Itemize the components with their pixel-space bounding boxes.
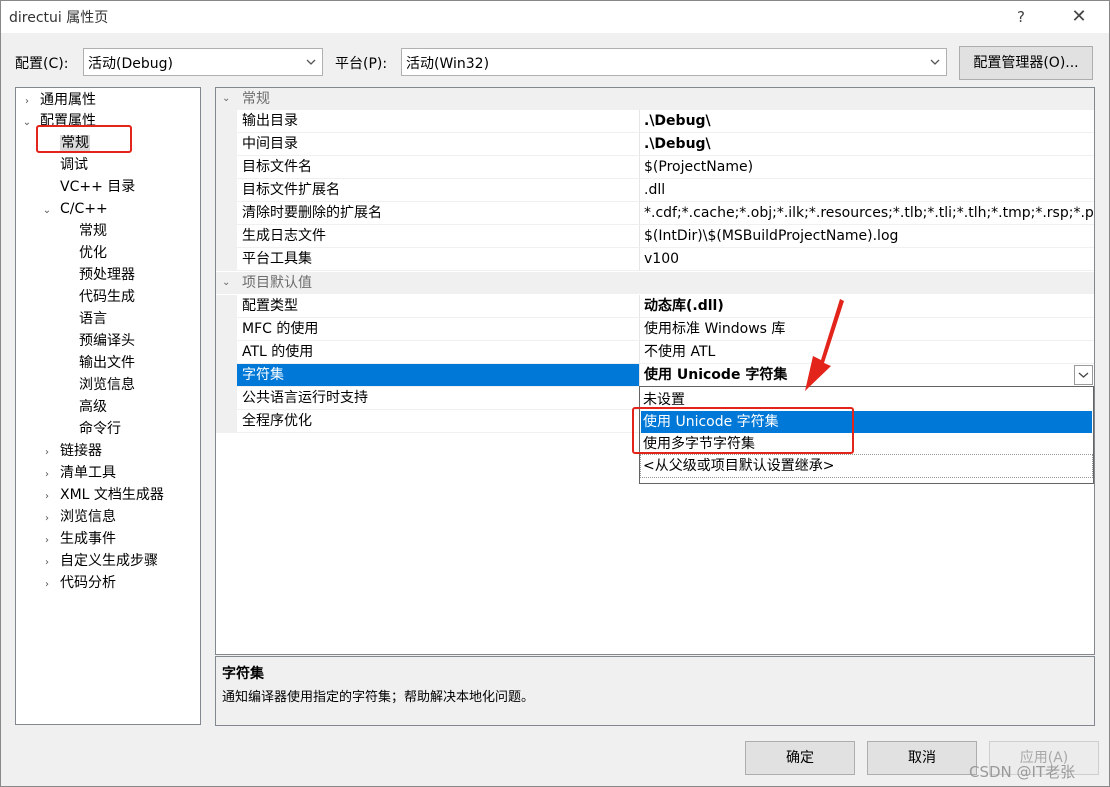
chevron-down-icon[interactable]: ⌄ [20, 112, 34, 134]
tree-item-c-cpp[interactable]: ⌄ C/C++ [40, 198, 108, 220]
property-row[interactable]: 生成日志文件 $(IntDir)\$(MSBuildProjectName).lo… [216, 225, 1094, 248]
tree-item-command-line[interactable]: 命令行 [79, 418, 121, 440]
charset-value[interactable]: 使用 Unicode 字符集 [640, 364, 1094, 387]
tree-item-common-props[interactable]: › 通用属性 [20, 89, 96, 111]
chevron-down-icon [306, 59, 316, 65]
chevron-right-icon[interactable]: › [40, 574, 54, 596]
property-row[interactable]: MFC 的使用 使用标准 Windows 库 [216, 318, 1094, 341]
tree-item-vc-directories[interactable]: VC++ 目录 [60, 176, 135, 198]
chevron-right-icon[interactable]: › [40, 442, 54, 464]
cancel-button[interactable]: 取消 [867, 741, 977, 775]
property-row[interactable]: 平台工具集 v100 [216, 248, 1094, 271]
tree-item-precompiled-headers[interactable]: 预编译头 [79, 330, 135, 352]
property-row[interactable]: 输出目录 .\Debug\ [216, 110, 1094, 133]
chevron-right-icon[interactable]: › [40, 508, 54, 530]
property-row[interactable]: 目标文件名 $(ProjectName) [216, 156, 1094, 179]
property-row[interactable]: 清除时要删除的扩展名 *.cdf;*.cache;*.obj;*.ilk;*.re… [216, 202, 1094, 225]
property-row[interactable]: ATL 的使用 不使用 ATL [216, 341, 1094, 364]
chevron-right-icon[interactable]: › [40, 464, 54, 486]
tree-item-advanced[interactable]: 高级 [79, 396, 107, 418]
tree-item-optimization[interactable]: 优化 [79, 242, 107, 264]
property-pages-window: directui 属性页 ? ✕ 配置(C): 活动(Debug) 平台(P):… [0, 0, 1110, 787]
platform-label: 平台(P): [335, 56, 388, 72]
tree-item-linker[interactable]: › 链接器 [40, 440, 102, 462]
watermark-text: CSDN @IT老张 [969, 763, 1076, 781]
chevron-right-icon[interactable]: › [40, 486, 54, 508]
description-text: 通知编译器使用指定的字符集；帮助解决本地化问题。 [222, 690, 535, 705]
config-label: 配置(C): [15, 56, 69, 72]
chevron-right-icon[interactable]: › [40, 552, 54, 574]
title-bar: directui 属性页 ? ✕ [1, 1, 1109, 33]
window-title: directui 属性页 [9, 10, 109, 26]
tree-item-preprocessor[interactable]: 预处理器 [79, 264, 135, 286]
tree-item-output-files[interactable]: 输出文件 [79, 352, 135, 374]
annotation-highlight-box [632, 407, 854, 454]
tree-item-custom-build-step[interactable]: › 自定义生成步骤 [40, 550, 158, 572]
chevron-down-icon [1078, 372, 1089, 378]
config-select-value: 活动(Debug) [88, 56, 173, 72]
chevron-right-icon[interactable]: › [40, 530, 54, 552]
property-row[interactable]: 配置类型 动态库(.dll) [216, 295, 1094, 318]
tree-item-browse-info-cpp[interactable]: 浏览信息 [79, 374, 135, 396]
annotation-highlight-box [36, 125, 132, 153]
charset-dropdown-button[interactable] [1074, 365, 1093, 385]
chevron-down-icon[interactable]: ⌄ [222, 272, 230, 294]
tree-item-build-events[interactable]: › 生成事件 [40, 528, 116, 550]
help-button[interactable]: ? [1007, 3, 1035, 31]
property-row[interactable]: 中间目录 .\Debug\ [216, 133, 1094, 156]
property-grid: ⌄ 常规 输出目录 .\Debug\ 中间目录 .\Debug\ 目标文件名 $(Pr… [215, 87, 1095, 655]
dropdown-option-inherit[interactable]: <从父级或项目默认设置继承> [640, 454, 1093, 478]
tree-item-cpp-general[interactable]: 常规 [79, 220, 107, 242]
annotation-arrow-icon [805, 299, 844, 391]
tree-item-xml-doc-generator[interactable]: › XML 文档生成器 [40, 484, 164, 506]
ok-button[interactable]: 确定 [745, 741, 855, 775]
description-title: 字符集 [222, 666, 264, 682]
property-row[interactable]: 目标文件扩展名 .dll [216, 179, 1094, 202]
config-select[interactable]: 活动(Debug) [83, 48, 323, 76]
description-panel: 字符集 通知编译器使用指定的字符集；帮助解决本地化问题。 [215, 656, 1095, 726]
tree-item-code-analysis[interactable]: › 代码分析 [40, 572, 116, 594]
chevron-down-icon [930, 59, 940, 65]
category-tree: › 通用属性 ⌄ 配置属性 常规 调试 VC++ 目录 ⌄ C/C++ 常规 优化 预… [15, 87, 201, 725]
chevron-down-icon[interactable]: ⌄ [40, 200, 54, 222]
config-manager-button[interactable]: 配置管理器(O)... [959, 46, 1093, 80]
tree-item-code-generation[interactable]: 代码生成 [79, 286, 135, 308]
close-button[interactable]: ✕ [1061, 3, 1097, 31]
tree-item-language[interactable]: 语言 [79, 308, 107, 330]
platform-select-value: 活动(Win32) [406, 56, 490, 72]
category-general[interactable]: ⌄ 常规 [216, 88, 1094, 110]
property-row-charset[interactable]: 字符集 使用 Unicode 字符集 [216, 364, 1094, 387]
chevron-down-icon[interactable]: ⌄ [222, 88, 230, 110]
platform-select[interactable]: 活动(Win32) [401, 48, 947, 76]
tree-item-manifest-tool[interactable]: › 清单工具 [40, 462, 116, 484]
tree-item-debugging[interactable]: 调试 [60, 154, 88, 176]
category-project-defaults[interactable]: ⌄ 项目默认值 [216, 272, 1094, 294]
tree-item-browse-info[interactable]: › 浏览信息 [40, 506, 116, 528]
